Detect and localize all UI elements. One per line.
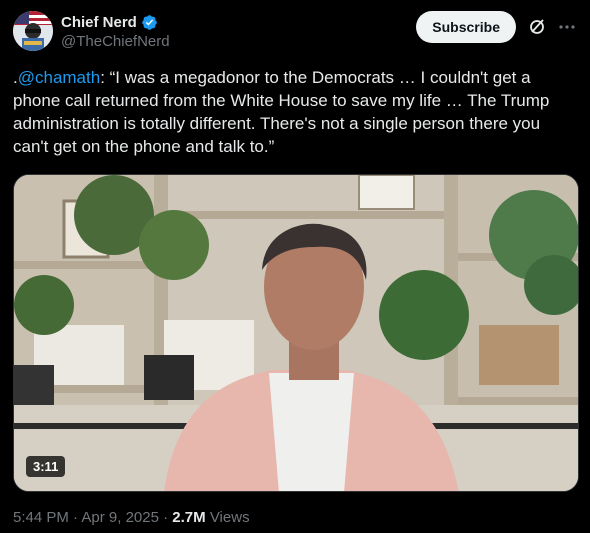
grok-icon[interactable] [527,17,547,37]
views-label: Views [205,509,250,526]
video-frame [14,175,578,491]
tweet-date[interactable]: Apr 9, 2025 [81,509,159,526]
tweet-text: .@chamath: “I was a megadonor to the Dem… [13,66,573,158]
display-name[interactable]: Chief Nerd [61,14,137,31]
avatar[interactable] [13,11,53,51]
mention-link[interactable]: @chamath [18,68,100,87]
tweet-header: Chief Nerd @TheChiefNerd Subscribe [13,11,577,53]
views-count: 2.7M [172,509,206,526]
subscribe-button[interactable]: Subscribe [416,11,516,43]
tweet-meta: 5:44 PM · Apr 9, 2025 · 2.7M Views [13,509,250,526]
more-icon[interactable] [557,17,577,37]
video-player[interactable]: 3:11 [13,174,579,492]
verified-badge-icon [141,14,158,31]
tweet-time[interactable]: 5:44 PM [13,509,69,526]
handle[interactable]: @TheChiefNerd [61,33,170,50]
meta-separator: · [68,509,82,526]
video-duration-badge: 3:11 [26,456,66,477]
meta-separator-2: · [158,509,173,526]
